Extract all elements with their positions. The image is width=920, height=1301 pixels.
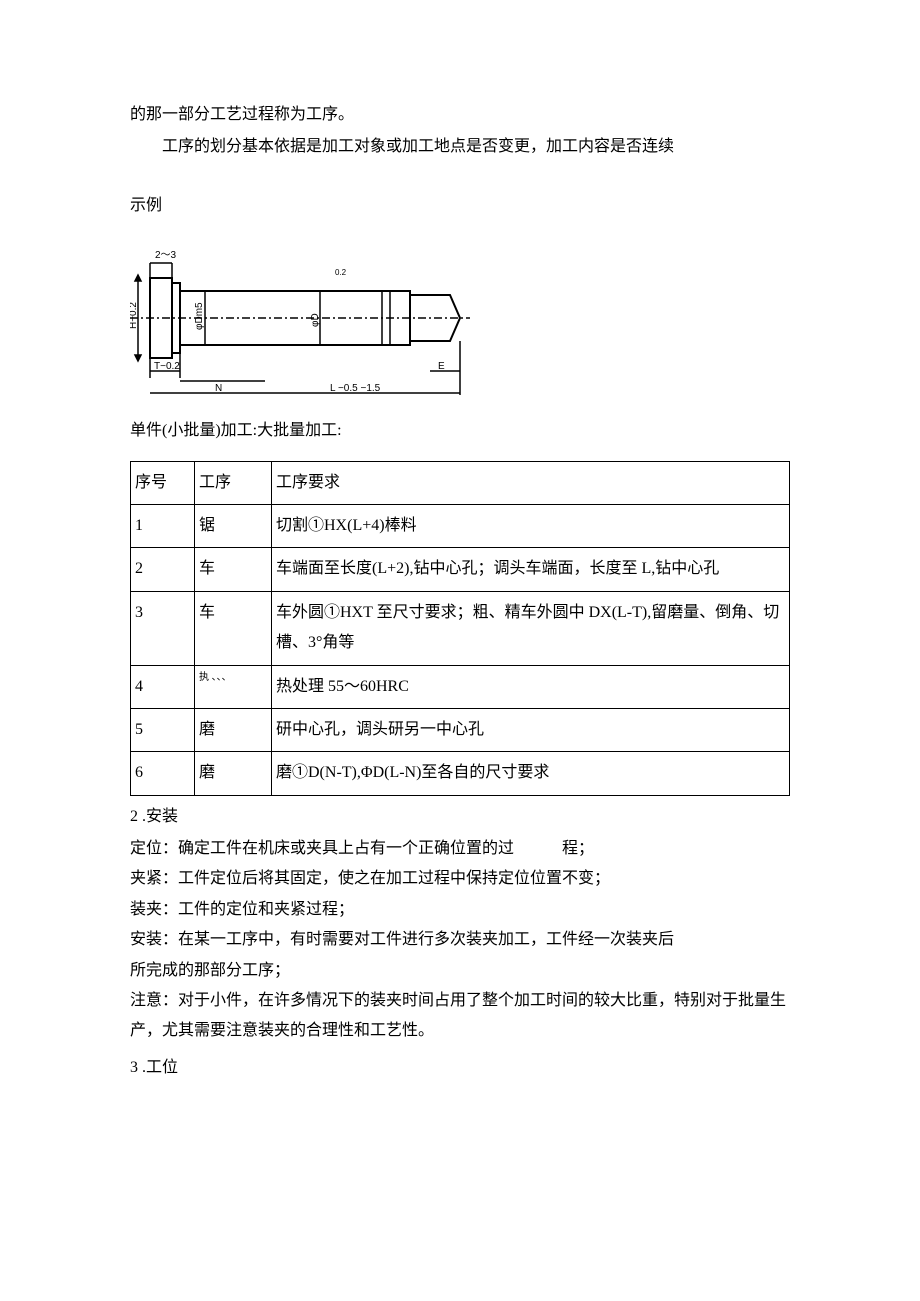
def-install-2: 所完成的那部分工序； (130, 956, 790, 986)
cell-step: 车 (195, 548, 272, 591)
cell-no: 4 (131, 665, 195, 708)
table-row: 4 执 、、、 热处理 55～60HRC (131, 665, 790, 708)
cell-step: 执 、、、 (195, 665, 272, 708)
table-row: 5 磨 研中心孔，调头研另一中心孔 (131, 708, 790, 751)
def-text: 程； (562, 840, 594, 857)
cell-no: 1 (131, 504, 195, 547)
cell-step: 车 (195, 591, 272, 665)
def-install: 安装：在某一工序中，有时需要对工件进行多次装夹加工，工件经一次装夹后 (130, 925, 790, 955)
dim-dm5: φDm5 (194, 302, 205, 330)
cell-req: 磨①D(N-T),ΦD(L-N)至各自的尺寸要求 (272, 752, 790, 795)
dim-top: 2～3 (155, 250, 177, 261)
table-row: 3 车 车外圆①HXT 至尺寸要求；粗、精车外圆中 DX(L-T),留磨量、倒角… (131, 591, 790, 665)
def-fixture: 装夹：工件的定位和夹紧过程； (130, 895, 790, 925)
dim-l: L −0.5 −1.5 (330, 383, 381, 394)
th-no: 序号 (131, 461, 195, 504)
cell-req: 车外圆①HXT 至尺寸要求；粗、精车外圆中 DX(L-T),留磨量、倒角、切槽、… (272, 591, 790, 665)
document-page: 的那一部分工艺过程称为工序。 工序的划分基本依据是加工对象或加工地点是否变更，加… (0, 0, 920, 1301)
def-text: 定位：确定工件在机床或夹具上占有一个正确位置的过 (130, 840, 514, 857)
table-row: 2 车 车端面至长度(L+2),钻中心孔；调头车端面，长度至 L,钻中心孔 (131, 548, 790, 591)
dim-d: φD (310, 313, 321, 327)
dim-n: N (215, 383, 222, 394)
def-note: 注意：对于小件，在许多情况下的装夹时间占用了整个加工时间的较大比重，特别对于批量… (130, 986, 790, 1047)
cell-step: 锯 (195, 504, 272, 547)
intro-line-1: 的那一部分工艺过程称为工序。 (130, 100, 790, 130)
cell-no: 6 (131, 752, 195, 795)
dim-t: T−0.2 (154, 361, 180, 372)
dim-e: E (438, 361, 445, 372)
table-row: 6 磨 磨①D(N-T),ΦD(L-N)至各自的尺寸要求 (131, 752, 790, 795)
process-table: 序号 工序 工序要求 1 锯 切割①HX(L+4)棒料 2 车 车端面至长度(L… (130, 461, 790, 796)
cell-req: 研中心孔，调头研另一中心孔 (272, 708, 790, 751)
th-req: 工序要求 (272, 461, 790, 504)
th-step: 工序 (195, 461, 272, 504)
section-2-title: 2 .安装 (130, 802, 790, 832)
intro-line-2: 工序的划分基本依据是加工对象或加工地点是否变更，加工内容是否连续 (130, 132, 790, 162)
definitions: 定位：确定工件在机床或夹具上占有一个正确位置的过 程； 夹紧：工件定位后将其固定，… (130, 834, 790, 1047)
cell-req: 车端面至长度(L+2),钻中心孔；调头车端面，长度至 L,钻中心孔 (272, 548, 790, 591)
table-row: 1 锯 切割①HX(L+4)棒料 (131, 504, 790, 547)
section-3-title: 3 .工位 (130, 1053, 790, 1083)
table-header-row: 序号 工序 工序要求 (131, 461, 790, 504)
batch-line: 单件(小批量)加工:大批量加工: (130, 416, 790, 446)
cell-req: 切割①HX(L+4)棒料 (272, 504, 790, 547)
def-positioning: 定位：确定工件在机床或夹具上占有一个正确位置的过 程； (130, 834, 790, 864)
cell-step: 磨 (195, 752, 272, 795)
cell-no: 3 (131, 591, 195, 665)
def-clamping: 夹紧：工件定位后将其固定，使之在加工过程中保持定位位置不变； (130, 864, 790, 894)
cell-no: 2 (131, 548, 195, 591)
cell-step: 磨 (195, 708, 272, 751)
dim-tol: 0.2 (335, 268, 347, 277)
dim-h: H−0.2 (130, 302, 139, 329)
diagram-label: 示例 (130, 191, 790, 221)
cell-no: 5 (131, 708, 195, 751)
cell-req: 热处理 55～60HRC (272, 665, 790, 708)
technical-drawing: 2～3 H−0.2 φDm5 φD T−0.2 N L −0.5 −1.5 E … (130, 223, 470, 398)
